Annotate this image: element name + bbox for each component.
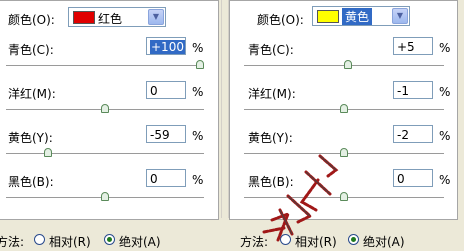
black-label: 黑色(B): [8, 175, 54, 189]
yellow-slider-thumb[interactable] [44, 148, 52, 157]
absolute-option-label[interactable]: 绝对(A) [363, 233, 405, 250]
cyan-value: +100 [150, 40, 185, 54]
black-slider-thumb[interactable] [101, 192, 109, 201]
black-value: 0 [397, 172, 405, 186]
color-dropdown-value: 红色 [98, 12, 123, 26]
chevron-down-icon[interactable]: ▼ [392, 8, 408, 24]
cyan-slider-thumb[interactable] [343, 60, 352, 69]
absolute-radio[interactable] [104, 234, 115, 245]
color-dropdown[interactable]: 红色 ▼ [68, 7, 166, 27]
cyan-slider-thumb[interactable] [196, 60, 204, 69]
cyan-slider-track[interactable] [6, 65, 204, 67]
panel-divider [221, 0, 229, 218]
relative-option-label[interactable]: 相对(R) [49, 233, 91, 250]
percent-unit: % [192, 41, 204, 55]
color-dropdown-value: 黄色 [342, 8, 373, 25]
watermark-stamp [262, 154, 339, 242]
magenta-label: 洋红(M): [8, 87, 56, 101]
percent-unit: % [439, 129, 451, 143]
cyan-label: 青色(C): [248, 43, 294, 57]
color-swatch [317, 10, 339, 23]
magenta-input[interactable]: 0 [146, 81, 186, 99]
cyan-input[interactable]: +5 [393, 37, 433, 55]
method-label: 方法: [0, 235, 25, 249]
cyan-label: 青色(C): [8, 43, 54, 57]
color-label: 颜色(O): [8, 13, 55, 27]
percent-unit: % [192, 85, 204, 99]
chevron-down-icon[interactable]: ▼ [148, 9, 164, 25]
yellow-slider-track[interactable] [6, 153, 204, 155]
cyan-value: +5 [397, 40, 415, 54]
left-adjustment-panel: 颜色(O): 红色 ▼ 青色(C): +100 % 洋红(M): 0 % 黄色(… [0, 0, 219, 220]
percent-unit: % [439, 41, 451, 55]
relative-radio[interactable] [34, 234, 45, 245]
magenta-label: 洋红(M): [248, 87, 296, 101]
black-input[interactable]: 0 [146, 169, 186, 187]
percent-unit: % [192, 173, 204, 187]
yellow-label: 黄色(Y): [248, 131, 293, 145]
yellow-input[interactable]: -59 [146, 125, 186, 143]
absolute-radio[interactable] [348, 234, 359, 245]
yellow-label: 黄色(Y): [8, 131, 53, 145]
magenta-slider-thumb[interactable] [101, 104, 109, 113]
yellow-value: -2 [397, 128, 409, 142]
absolute-option-label[interactable]: 绝对(A) [119, 233, 161, 250]
percent-unit: % [439, 85, 451, 99]
percent-unit: % [439, 173, 451, 187]
cyan-input[interactable]: +100 [146, 37, 186, 55]
yellow-input[interactable]: -2 [393, 125, 433, 143]
magenta-input[interactable]: -1 [393, 81, 433, 99]
yellow-value: -59 [150, 128, 170, 142]
percent-unit: % [192, 129, 204, 143]
color-swatch [73, 11, 95, 24]
color-label: 颜色(O): [257, 13, 304, 27]
magenta-slider-thumb[interactable] [340, 104, 348, 113]
magenta-value: -1 [397, 84, 409, 98]
color-dropdown[interactable]: 黄色 ▼ [312, 6, 410, 26]
black-input[interactable]: 0 [393, 169, 433, 187]
magenta-value: 0 [150, 84, 158, 98]
black-value: 0 [150, 172, 158, 186]
